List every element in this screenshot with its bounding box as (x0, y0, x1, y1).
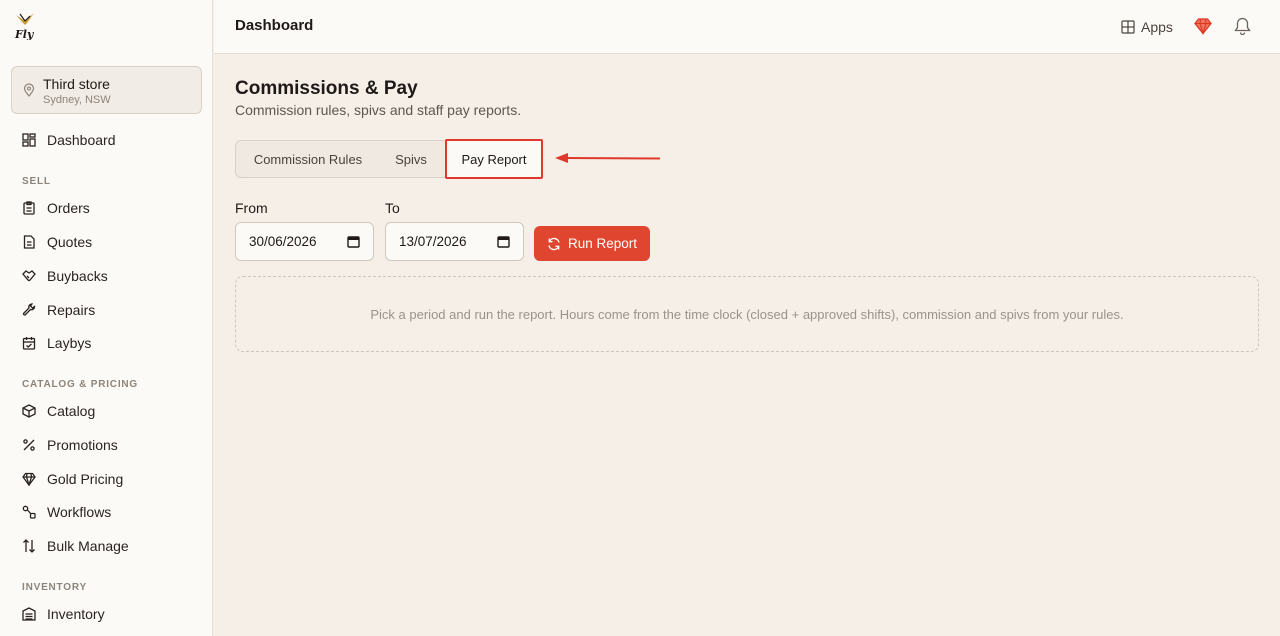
sidebar-item-orders[interactable]: Orders (11, 194, 202, 222)
sidebar-item-laybys[interactable]: Laybys (11, 329, 202, 357)
to-label: To (385, 200, 400, 216)
run-report-label: Run Report (567, 236, 638, 251)
sort-arrows-icon (23, 539, 35, 553)
tab-spivs[interactable]: Spivs (380, 141, 442, 177)
box-icon (22, 404, 36, 418)
handshake-icon (22, 270, 36, 282)
sidebar-item-catalog[interactable]: Catalog (11, 397, 202, 425)
calendar-icon[interactable] (497, 235, 510, 248)
tab-pay-report[interactable]: Pay Report (445, 139, 543, 179)
location-pin-icon (23, 83, 35, 97)
workflow-icon (22, 505, 36, 519)
percent-icon (23, 439, 35, 451)
topbar-title: Dashboard (235, 17, 314, 34)
clipboard-icon (23, 201, 35, 215)
from-date-input[interactable]: 30/06/2026 (235, 222, 374, 261)
calendar-check-icon (22, 337, 36, 350)
document-icon (23, 235, 35, 249)
sidebar-item-repairs[interactable]: Repairs (11, 296, 202, 324)
page-subtitle: Commission rules, spivs and staff pay re… (235, 102, 522, 118)
from-label: From (235, 200, 268, 216)
bell-icon[interactable] (1234, 17, 1251, 35)
sidebar-item-buybacks[interactable]: Buybacks (11, 262, 202, 290)
store-location: Sydney, NSW (43, 94, 111, 106)
sidebar-item-workflows[interactable]: Workflows (11, 498, 202, 526)
tab-bar: Commission Rules Spivs Pay Report (235, 139, 543, 179)
to-date-input[interactable]: 13/07/2026 (385, 222, 524, 261)
wrench-icon (22, 303, 36, 316)
apps-button[interactable]: Apps (1121, 17, 1173, 37)
section-label-catalog-pricing: CATALOG & PRICING (22, 379, 139, 390)
fly-logo[interactable]: Fly (14, 12, 36, 40)
sidebar-item-promotions[interactable]: Promotions (11, 431, 202, 459)
refresh-icon (548, 237, 560, 250)
dashboard-icon (22, 133, 36, 147)
warehouse-icon (22, 607, 36, 621)
calendar-icon[interactable] (347, 235, 360, 248)
store-name: Third store (43, 76, 110, 92)
sidebar-item-inventory[interactable]: Inventory (11, 600, 202, 628)
run-report-button[interactable]: Run Report (534, 226, 650, 261)
page-title: Commissions & Pay (235, 78, 418, 99)
from-date-value: 30/06/2026 (249, 234, 317, 249)
top-bar: Dashboard Apps (214, 0, 1280, 54)
store-selector[interactable]: Third store Sydney, NSW (11, 66, 202, 114)
tab-commission-rules[interactable]: Commission Rules (236, 141, 380, 177)
section-label-sell: SELL (22, 176, 51, 187)
empty-state: Pick a period and run the report. Hours … (235, 276, 1259, 352)
apps-label: Apps (1141, 19, 1173, 35)
gem-icon (22, 472, 36, 486)
sidebar: Fly Third store Sydney, NSW Dashboard SE… (0, 0, 213, 636)
section-label-inventory: INVENTORY (22, 582, 87, 593)
grid-icon (1121, 20, 1135, 34)
annotation-arrow (555, 153, 661, 163)
logo-text: Fly (14, 28, 35, 40)
gem-icon[interactable] (1194, 17, 1212, 35)
sidebar-item-quotes[interactable]: Quotes (11, 228, 202, 256)
sidebar-item-gold-pricing[interactable]: Gold Pricing (11, 465, 202, 493)
to-date-value: 13/07/2026 (399, 234, 467, 249)
sidebar-item-bulk-manage[interactable]: Bulk Manage (11, 532, 202, 560)
sidebar-item-dashboard[interactable]: Dashboard (11, 126, 202, 154)
empty-state-message: Pick a period and run the report. Hours … (370, 306, 1124, 322)
